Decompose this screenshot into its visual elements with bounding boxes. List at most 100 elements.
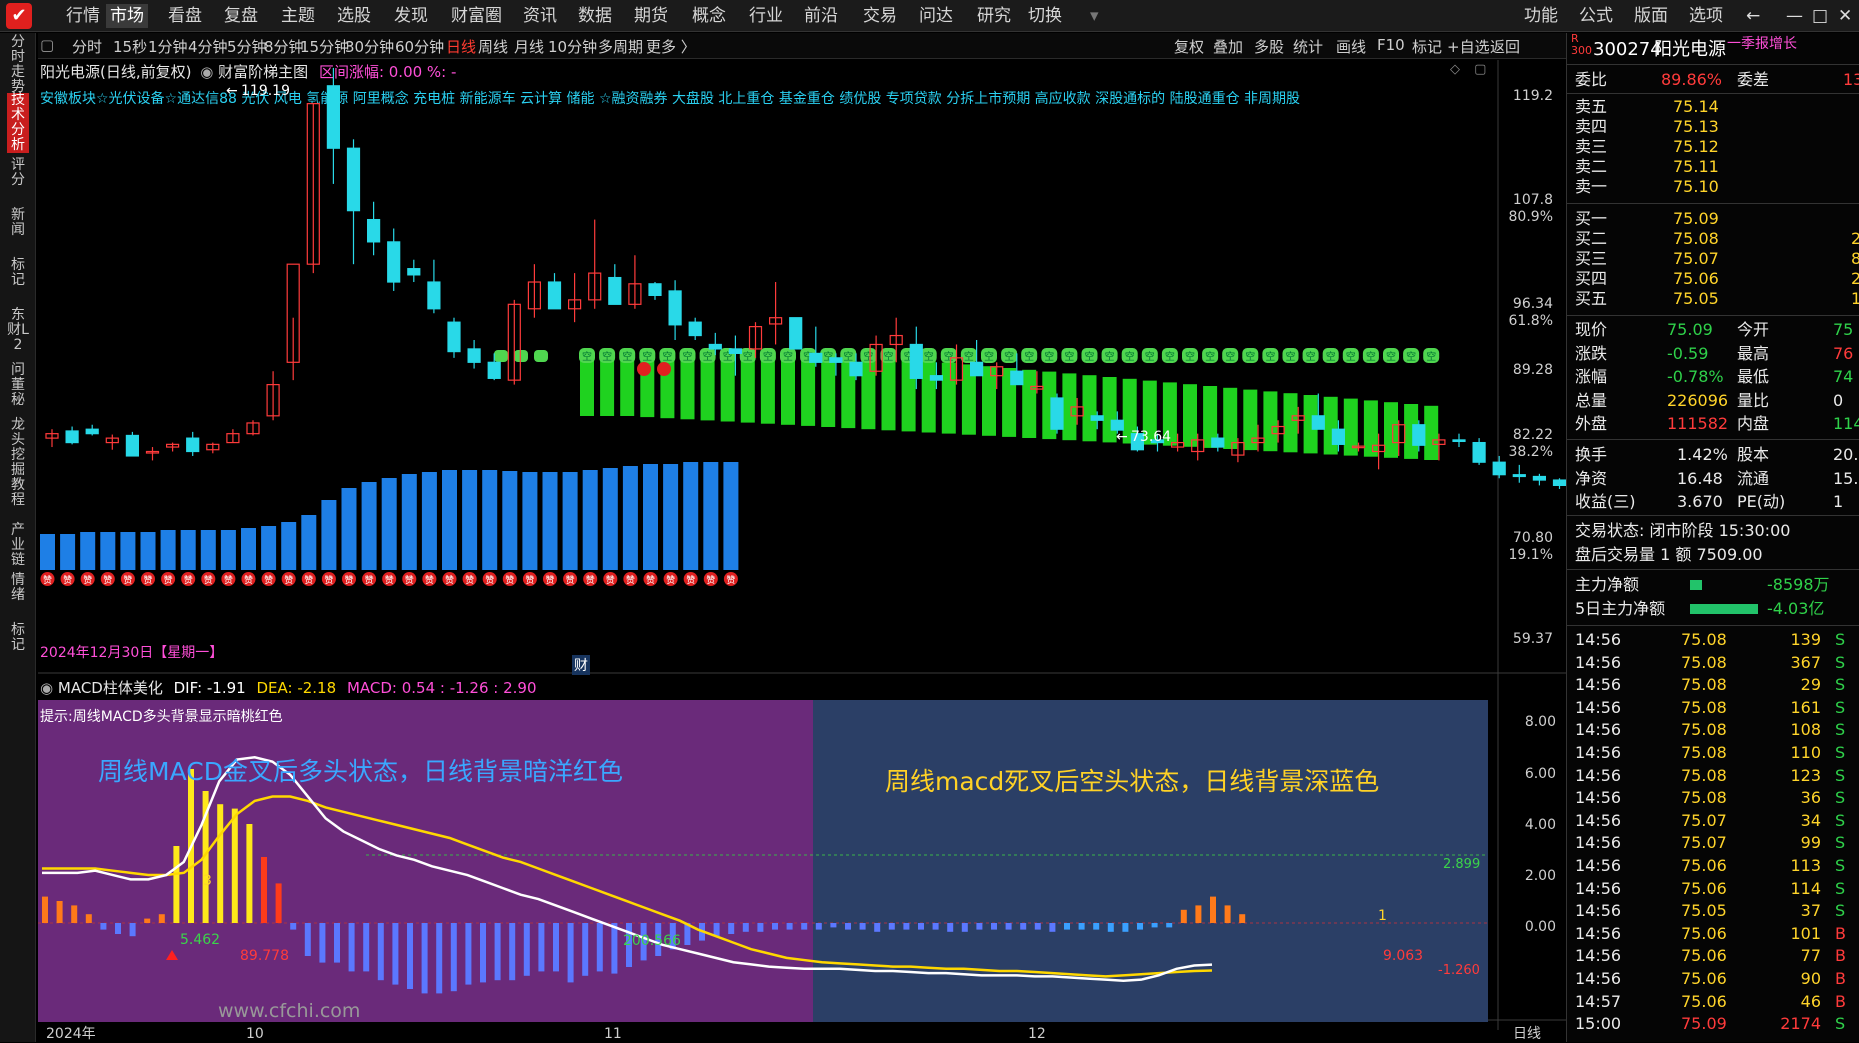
timeframe-11[interactable]: 月线 xyxy=(514,36,544,57)
menu-item-1[interactable]: 市场 xyxy=(106,4,148,28)
menu-right-item-1[interactable]: 公式 xyxy=(1575,4,1617,28)
tick-time: 14:56 xyxy=(1575,923,1622,943)
menu-item-10[interactable]: 期货 xyxy=(630,4,672,28)
finance-event-tag[interactable]: 财 xyxy=(572,655,590,675)
timeframe-8[interactable]: 60分钟 xyxy=(395,36,444,57)
maximize-icon[interactable]: □ xyxy=(1808,4,1832,28)
chart-tool-6[interactable]: 标记 xyxy=(1412,36,1442,57)
timeframe-3[interactable]: 4分钟 xyxy=(188,36,228,57)
back-icon[interactable]: ← xyxy=(1742,4,1764,28)
candle-down xyxy=(648,283,662,297)
trend-bar-green xyxy=(982,366,996,436)
menu-item-15[interactable]: 问达 xyxy=(915,4,957,28)
trend-bar-blue xyxy=(241,528,256,570)
timeframe-0[interactable]: 分时 xyxy=(72,36,102,57)
chart-canvas[interactable]: 119.2 107.880.9% 96.3461.8% 89.28 82.2238.2%… xyxy=(38,60,1566,1043)
leftnav-item-2[interactable]: 评分 xyxy=(7,158,29,188)
chart-tool-5[interactable]: F10 xyxy=(1377,36,1405,54)
leftnav-item-10[interactable]: 情绪 xyxy=(7,573,29,603)
menu-item-7[interactable]: 财富圈 xyxy=(447,4,506,28)
main-net5-bar xyxy=(1690,604,1758,614)
menu-item-4[interactable]: 主题 xyxy=(277,4,319,28)
menu-more-icon[interactable]: ▾ xyxy=(1086,4,1103,28)
close-icon[interactable]: ✕ xyxy=(1834,4,1856,28)
chart-tool-8[interactable]: 返回 xyxy=(1490,36,1520,57)
timeframe-4[interactable]: 5分钟 xyxy=(227,36,267,57)
leftnav-item-1[interactable]: 技术分析 xyxy=(7,93,29,153)
trend-bar-blue xyxy=(663,464,679,570)
app-logo-icon[interactable]: ✔ xyxy=(6,3,32,29)
macd-bar-negative xyxy=(757,923,764,932)
stat-row: 外盘 111582 内盘 1145 xyxy=(1567,412,1859,436)
leftnav-item-5[interactable]: 东财L2 xyxy=(7,308,29,353)
menu-item-0[interactable]: 行情 xyxy=(62,4,104,28)
menu-item-2[interactable]: 看盘 xyxy=(164,4,206,28)
menu-item-5[interactable]: 选股 xyxy=(333,4,375,28)
leftnav-item-7[interactable]: 龙头挖掘 xyxy=(7,418,29,478)
candle-down xyxy=(467,348,481,363)
leftnav-item-11[interactable]: 标记 xyxy=(7,623,29,653)
marker-up-label: 赞 xyxy=(204,574,213,586)
timeframe-12[interactable]: 10分钟 xyxy=(548,36,597,57)
macd-bar-positive xyxy=(1224,905,1231,923)
timeframe-10[interactable]: 周线 xyxy=(478,36,508,57)
timeframe-2[interactable]: 1分钟 xyxy=(148,36,188,57)
leftnav-item-4[interactable]: 标记 xyxy=(7,258,29,288)
macd-bar-label: 3 xyxy=(203,873,212,889)
menu-item-17[interactable]: 切换 xyxy=(1024,4,1066,28)
leftnav-item-8[interactable]: 教程 xyxy=(7,478,29,508)
trend-bar-blue xyxy=(220,530,236,570)
leftnav-item-0[interactable]: 分时走势 xyxy=(7,35,29,95)
chart-tool-0[interactable]: 复权 xyxy=(1174,36,1204,57)
period-toolbar: ▢ 分时 15秒 1分钟 4分钟 5分钟 8分钟 15分钟 30分钟 60分钟 日线 周线 月线 10分… xyxy=(38,33,1566,59)
timeframe-1[interactable]: 15秒 xyxy=(113,36,147,57)
minimize-icon[interactable]: — xyxy=(1782,4,1807,28)
marker-up-label: 赞 xyxy=(485,574,494,586)
trend-bar-green xyxy=(1022,369,1037,438)
chart-tool-2[interactable]: 多股 xyxy=(1254,36,1284,57)
macd-toggle-icon[interactable]: ◉ xyxy=(40,679,53,697)
leftnav-item-9[interactable]: 产业链 xyxy=(7,523,29,568)
report-badge[interactable]: 一季报增长 xyxy=(1727,29,1797,59)
menu-item-12[interactable]: 行业 xyxy=(745,4,787,28)
trend-bar-green xyxy=(1363,400,1378,457)
chart-tool-4[interactable]: 画线 xyxy=(1336,36,1366,57)
candle-down xyxy=(1552,479,1566,487)
menu-right-item-3[interactable]: 选项 xyxy=(1685,4,1727,28)
stat2-label-2: 流通 xyxy=(1737,468,1770,488)
dif-label: DIF: -1.91 xyxy=(173,679,246,697)
tick-row: 14:56 75.08 110 S xyxy=(1567,741,1859,765)
leftnav-item-6[interactable]: 问董秘 xyxy=(7,363,29,408)
menu-item-11[interactable]: 概念 xyxy=(688,4,730,28)
marker-up-label: 赞 xyxy=(103,574,112,586)
macd-name[interactable]: MACD柱体美化 xyxy=(58,679,163,697)
menu-item-6[interactable]: 发现 xyxy=(390,4,432,28)
marker-empty-label: 空 xyxy=(1105,350,1115,363)
tick-side: S xyxy=(1835,901,1846,921)
menu-right-item-2[interactable]: 版面 xyxy=(1630,4,1672,28)
stock-code: 300274 xyxy=(1593,39,1662,60)
menu-item-13[interactable]: 前沿 xyxy=(800,4,842,28)
timeframe-13[interactable]: 多周期 xyxy=(598,36,643,57)
chart-tool-7[interactable]: +自选 xyxy=(1447,36,1490,57)
chart-tool-1[interactable]: 叠加 xyxy=(1213,36,1243,57)
menu-item-16[interactable]: 研究 xyxy=(973,4,1015,28)
timeframe-7[interactable]: 30分钟 xyxy=(345,36,394,57)
timeframe-9[interactable]: 日线 xyxy=(446,36,476,57)
chart-tool-3[interactable]: 统计 xyxy=(1293,36,1323,57)
macd-bar-negative xyxy=(976,923,983,930)
x-axis-label: 11 xyxy=(604,1026,622,1042)
price-axis-label: 89.28 xyxy=(1513,362,1553,378)
collapse-icon[interactable]: ▢ xyxy=(40,36,54,54)
timeframe-5[interactable]: 8分钟 xyxy=(264,36,304,57)
menu-right-item-0[interactable]: 功能 xyxy=(1520,4,1562,28)
menu-item-3[interactable]: 复盘 xyxy=(220,4,262,28)
leftnav-item-3[interactable]: 新闻 xyxy=(7,208,29,238)
menu-item-8[interactable]: 资讯 xyxy=(519,4,561,28)
timeframe-6[interactable]: 15分钟 xyxy=(300,36,349,57)
menu-item-14[interactable]: 交易 xyxy=(859,4,901,28)
timeframe-14[interactable]: 更多 〉 xyxy=(646,36,696,57)
menu-item-9[interactable]: 数据 xyxy=(574,4,616,28)
marker-empty-label: 空 xyxy=(1265,350,1275,363)
candle-down xyxy=(1050,397,1064,430)
